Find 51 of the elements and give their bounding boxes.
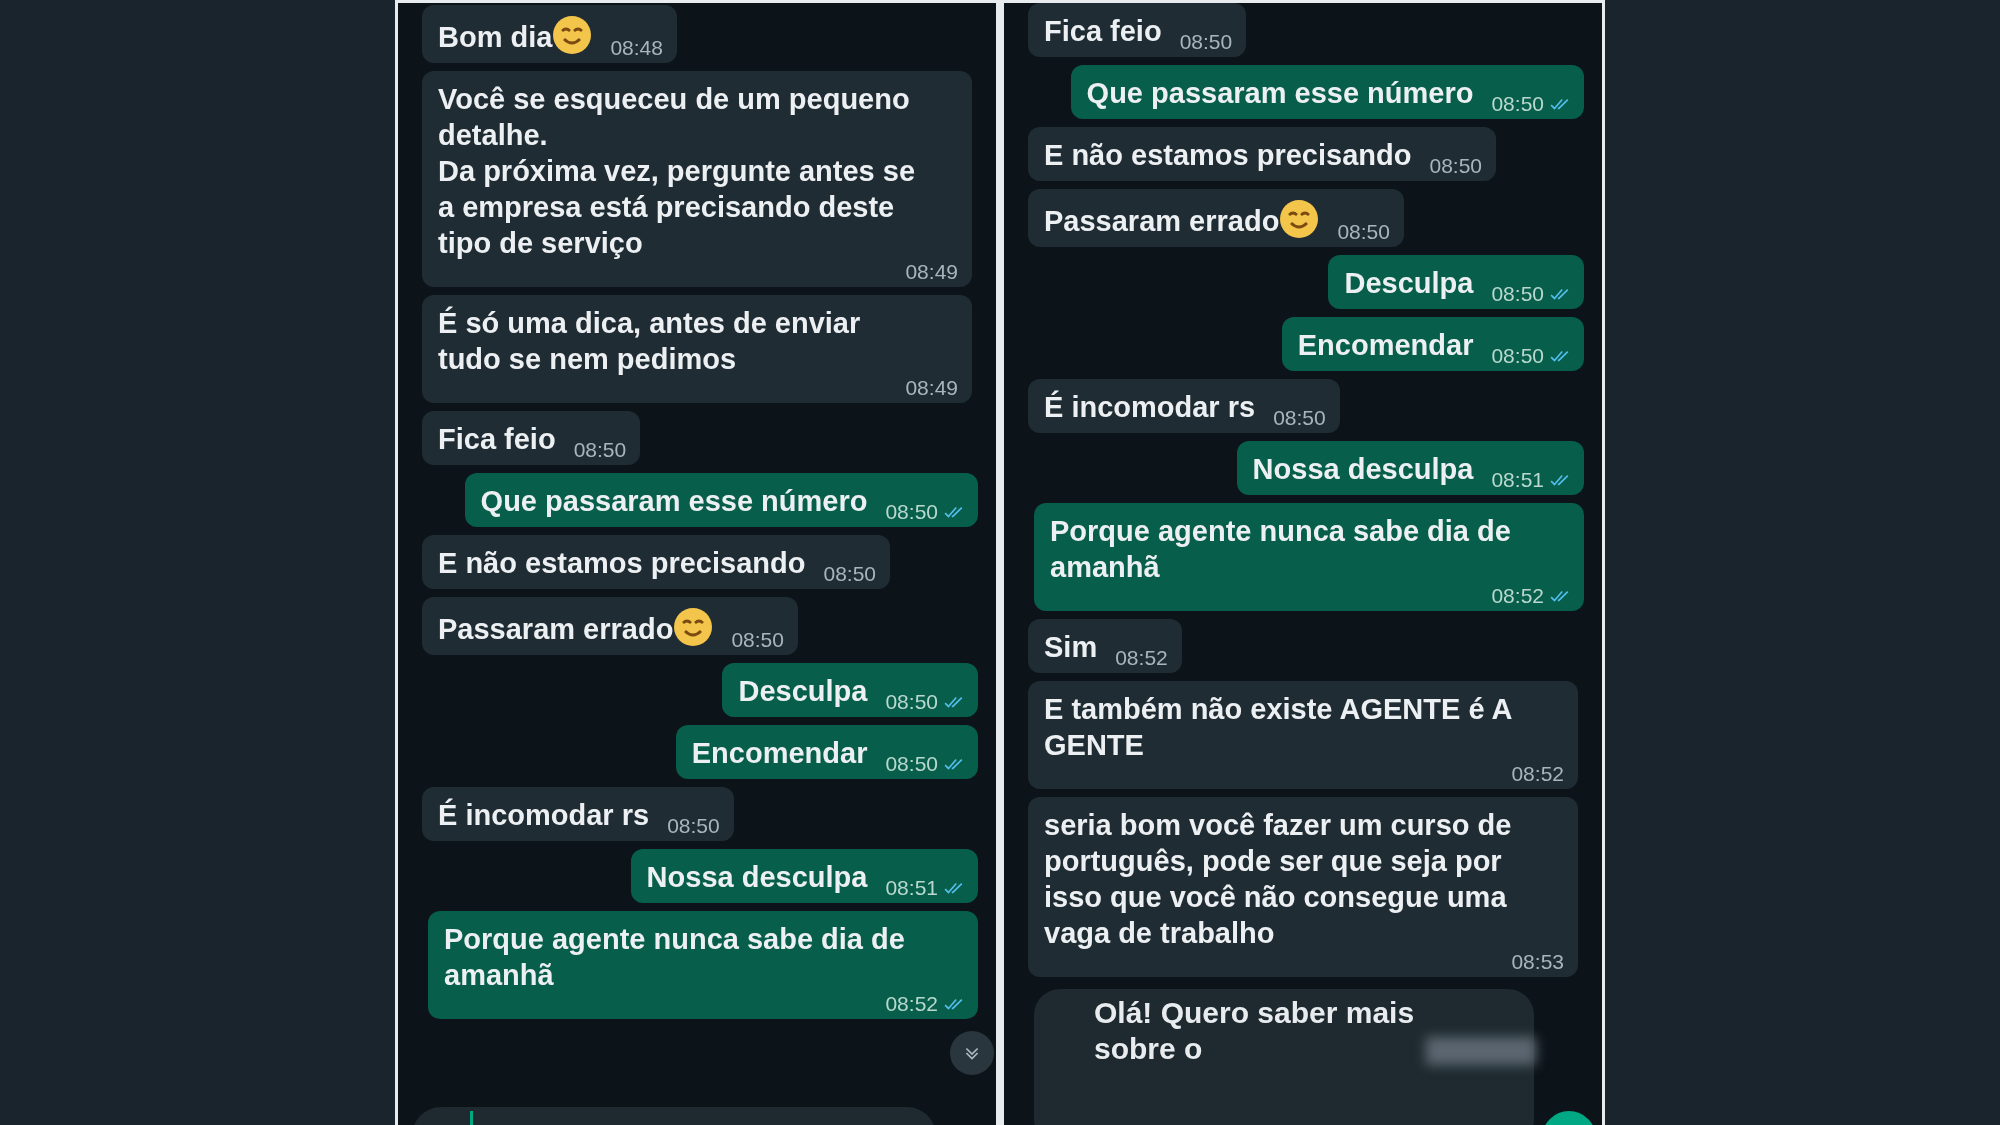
- message-text: Porque agente nunca sabe dia de amanhã: [444, 922, 906, 993]
- message-text: Você se esqueceu de um pequeno detalhe. Da próxima vez, pergunte antes se a empresa está precisando deste tipo de serviço: [438, 82, 917, 261]
- message-text: Passaram errado: [438, 612, 674, 647]
- message-time: 08:52: [1115, 647, 1168, 669]
- message-text: Nossa desculpa: [1252, 452, 1474, 487]
- message-text: Olá! Quero saber mais sobre o: [1094, 995, 1416, 1067]
- message-time: 08:49: [905, 261, 958, 283]
- message-text: seria bom você fazer um curso de português, pode ser que seja por isso que você não consegue uma vaga de trabalho: [1044, 808, 1513, 951]
- message-time: 08:50: [573, 439, 627, 461]
- message-text: Fica feio: [1044, 14, 1162, 49]
- message-text: Fica feio: [438, 422, 556, 457]
- message-text: E não estamos precisando: [1044, 138, 1412, 173]
- message-time: 08:51: [1491, 469, 1544, 491]
- message-text: Desculpa: [1344, 266, 1474, 301]
- message-time: 08:50: [1491, 283, 1544, 305]
- message-time: 08:50: [885, 753, 938, 775]
- message-time: 08:52: [1491, 585, 1544, 607]
- message-text: Sim: [1044, 630, 1098, 665]
- message-time: 08:50: [885, 501, 938, 523]
- message-text: E não estamos precisando: [438, 546, 806, 581]
- blurred-text-icon: [1426, 1037, 1536, 1065]
- message-time: 08:50: [823, 563, 877, 585]
- message-time: 08:50: [1273, 407, 1326, 429]
- message-time: 08:50: [885, 691, 938, 713]
- message-text: É só uma dica, antes de enviar tudo se nem pedimos: [438, 305, 862, 377]
- message-text: É incomodar rs: [438, 797, 650, 833]
- message-time: 08:48: [610, 37, 663, 59]
- message-time: 08:50: [1337, 221, 1390, 243]
- message-time: 08:50: [1491, 345, 1544, 367]
- message-time: 08:51: [885, 877, 938, 899]
- message-time: 08:50: [1429, 155, 1483, 177]
- message-time: 08:50: [1491, 93, 1544, 115]
- message-time: 08:50: [667, 815, 720, 837]
- message-text: Que passaram esse número: [480, 484, 868, 519]
- message-time: 08:53: [1511, 951, 1564, 973]
- message-time: 08:52: [885, 993, 938, 1015]
- message-time: 08:52: [1511, 763, 1564, 785]
- message-text: Passaram errado: [1044, 204, 1280, 239]
- message-time: 08:50: [731, 629, 784, 651]
- message-time: 08:50: [1179, 31, 1233, 53]
- message-text: Encomendar: [1297, 328, 1474, 363]
- message-text: Bom dia: [438, 20, 553, 55]
- message-time: 08:49: [905, 377, 958, 399]
- message-text: Nossa desculpa: [646, 860, 868, 895]
- message-text: Porque agente nunca sabe dia de amanhã: [1050, 514, 1512, 585]
- message-text: Encomendar: [691, 736, 868, 771]
- message-text: É incomodar rs: [1044, 389, 1256, 425]
- message-text: Que passaram esse número: [1086, 76, 1474, 111]
- message-text: Desculpa: [738, 674, 868, 709]
- scroll-down-button[interactable]: [950, 1031, 994, 1075]
- message-text: E também não existe AGENTE é A GENTE: [1044, 692, 1513, 763]
